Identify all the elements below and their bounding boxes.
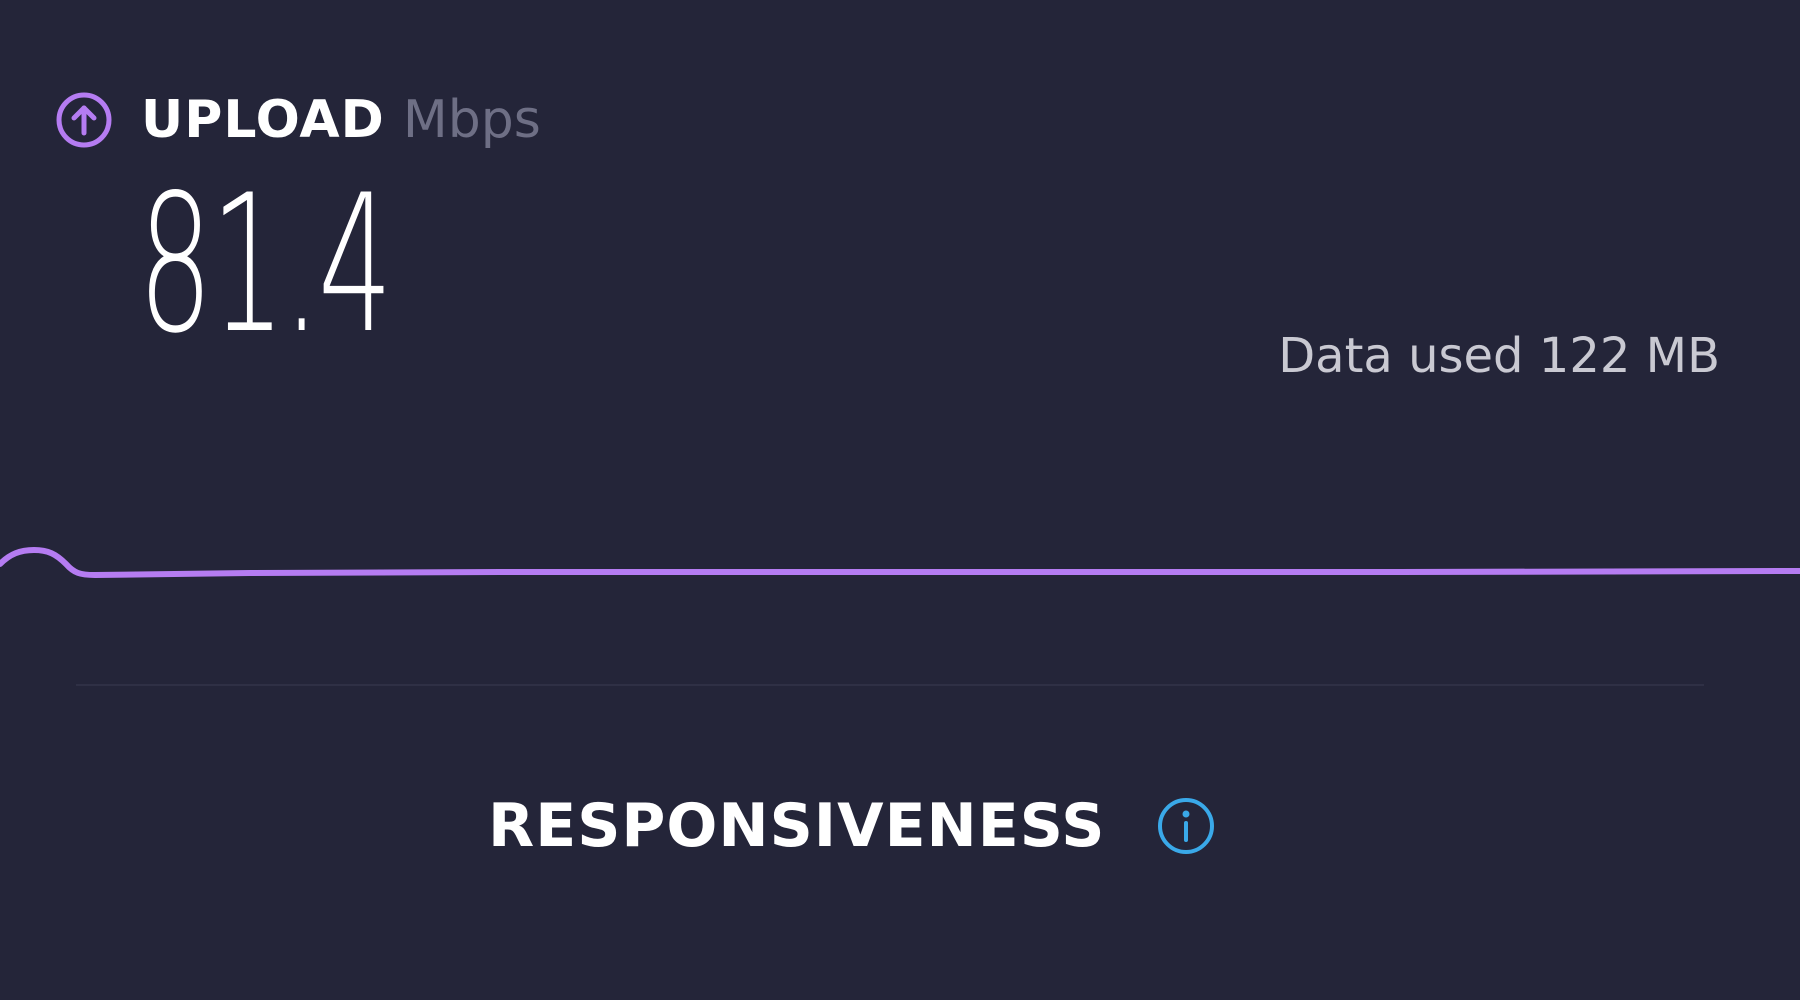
upload-speed-line [0,547,1800,578]
speed-unit: Mbps [402,90,541,150]
upload-header: UPLOAD Mbps [55,84,541,156]
arrow-up-circle-icon [55,91,113,149]
data-used-label: Data used 122 MB [1278,328,1720,384]
responsiveness-header: RESPONSIVENESS [488,786,1216,866]
upload-speed-graph [0,547,1800,578]
upload-label: UPLOAD [141,90,385,150]
responsiveness-title: RESPONSIVENESS [488,791,1106,861]
upload-speed-value: 81.4 [138,154,393,375]
info-icon[interactable] [1156,796,1216,856]
section-divider [76,684,1704,686]
